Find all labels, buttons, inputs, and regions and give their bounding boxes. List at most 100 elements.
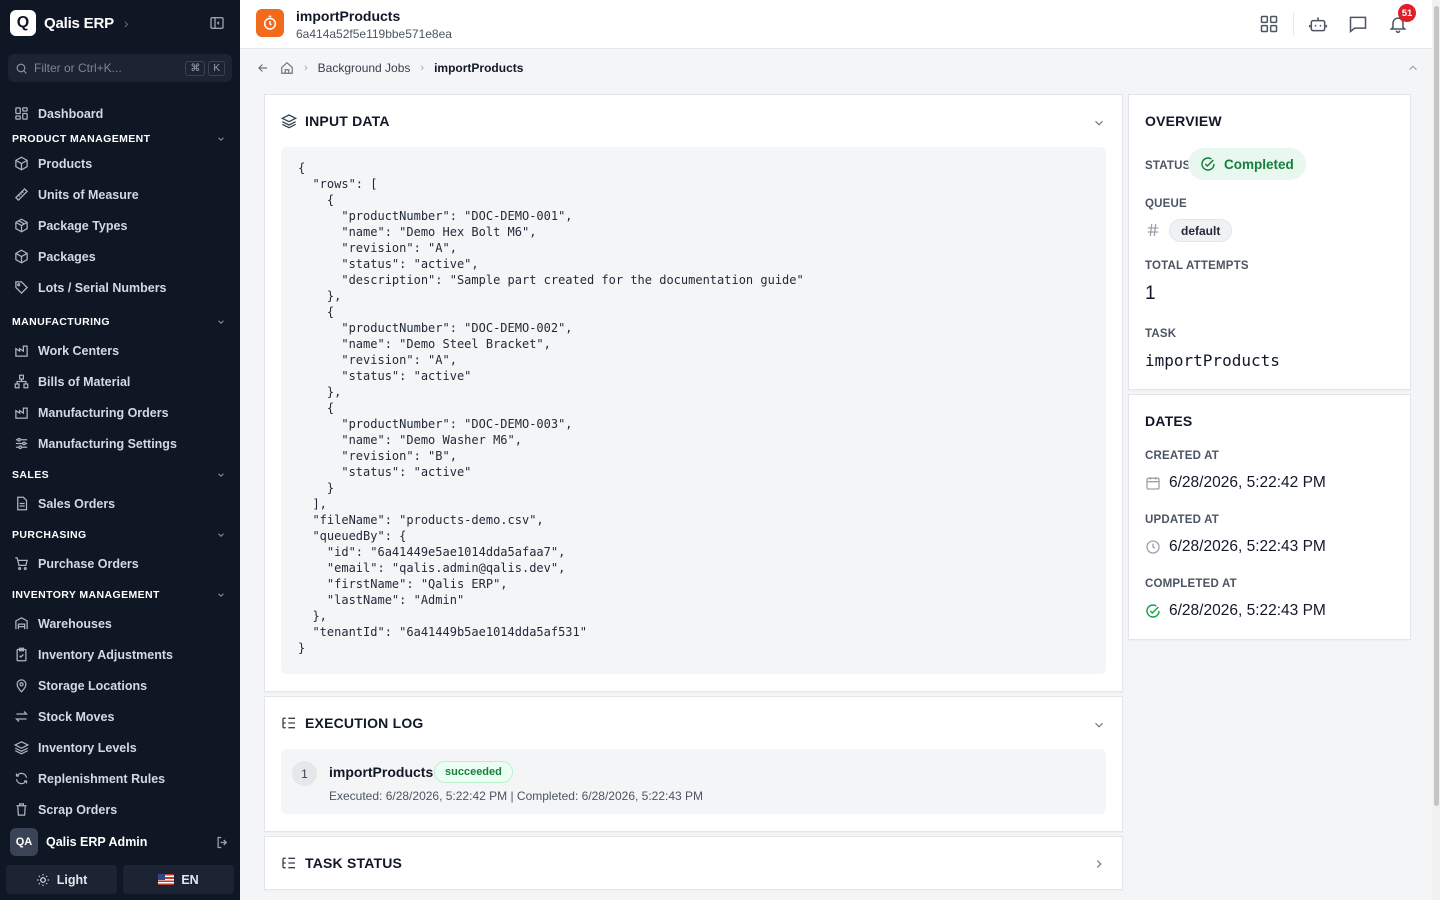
sidebar-item-label: Dashboard (38, 106, 104, 121)
language-button[interactable]: EN (123, 865, 234, 894)
tag-icon (15, 281, 29, 295)
chevron-right-icon: › (420, 62, 425, 74)
page-title: importProducts (296, 8, 401, 24)
sidebar-item-scrap-orders[interactable]: Scrap Orders (0, 794, 240, 825)
check-circle-icon (1146, 604, 1160, 618)
card-title: TASK STATUS (305, 855, 403, 871)
app-switcher[interactable]: Q Qalis ERP › (10, 10, 129, 36)
task-status-card[interactable]: TASK STATUS (264, 836, 1123, 890)
theme-toggle-button[interactable]: Light (6, 865, 117, 894)
avatar: QA (10, 828, 38, 856)
chevron-down-icon[interactable] (1092, 116, 1106, 130)
status-badge: Completed (1188, 148, 1306, 180)
sidebar-item-products[interactable]: Products (0, 148, 240, 179)
scrollbar-thumb[interactable] (1434, 6, 1439, 806)
sidebar-collapse-icon[interactable] (209, 15, 225, 31)
package-icon (15, 249, 28, 264)
sidebar-item-label: Manufacturing Settings (38, 436, 177, 451)
dates-card: DATES CREATED AT 6/28/2026, 5:22:42 PM U… (1128, 394, 1411, 640)
completed-label: COMPLETED AT (1145, 578, 1237, 590)
section-manufacturing[interactable]: MANUFACTURING (0, 308, 240, 335)
chevron-right-icon[interactable] (1092, 857, 1106, 871)
logout-icon[interactable] (215, 835, 230, 850)
sidebar-item-purchase-orders[interactable]: Purchase Orders (0, 548, 240, 579)
json-code-block: { "rows": [ { "productNumber": "DOC-DEMO… (281, 147, 1106, 674)
sidebar-item-label: Sales Orders (38, 496, 116, 511)
sidebar-item-stock-moves[interactable]: Stock Moves (0, 701, 240, 732)
messages-button[interactable] (1338, 12, 1378, 36)
sidebar-item-label: Manufacturing Orders (38, 405, 169, 420)
section-inventory-management[interactable]: INVENTORY MANAGEMENT (0, 581, 240, 608)
sidebar-item-label: Storage Locations (38, 678, 148, 693)
message-icon (1349, 16, 1367, 34)
us-flag-icon (158, 874, 175, 885)
sidebar-item-warehouses[interactable]: Warehouses (0, 608, 240, 639)
map-pin-icon (16, 679, 27, 693)
sun-icon (36, 873, 49, 886)
kbd-cmd: ⌘ (185, 60, 206, 76)
sidebar-item-label: Units of Measure (38, 187, 139, 202)
sidebar-item-units-of-measure[interactable]: Units of Measure (0, 179, 240, 210)
section-product-management[interactable]: PRODUCT MANAGEMENT (0, 129, 240, 148)
updated-value: 6/28/2026, 5:22:43 PM (1169, 538, 1326, 555)
chevron-up-icon[interactable] (1406, 61, 1420, 75)
clipboard-check-icon (16, 647, 27, 662)
chevron-down-icon (218, 319, 224, 324)
sidebar-item-inventory-levels[interactable]: Inventory Levels (0, 732, 240, 763)
attempts-label: TOTAL ATTEMPTS (1145, 260, 1249, 272)
clock-icon (1146, 540, 1160, 554)
breadcrumb: › Background Jobs › importProducts (256, 58, 523, 78)
chevron-right-icon: › (304, 62, 308, 74)
log-index: 1 (292, 761, 317, 786)
sidebar-item-manufacturing-settings[interactable]: Manufacturing Settings (0, 428, 240, 459)
layers-icon (281, 114, 297, 129)
filter-input[interactable] (34, 61, 180, 75)
section-title: MANUFACTURING (12, 315, 110, 328)
log-timestamps: Executed: 6/28/2026, 5:22:42 PM | Comple… (329, 789, 704, 803)
breadcrumb-parent[interactable]: Background Jobs (318, 61, 411, 75)
status-badge: succeeded (434, 761, 513, 783)
section-title: PURCHASING (12, 528, 87, 541)
sidebar: Q Qalis ERP › ⌘K Dashboard PRODUCT MANAG… (0, 0, 240, 900)
created-value: 6/28/2026, 5:22:42 PM (1169, 474, 1326, 491)
sidebar-item-label: Stock Moves (38, 709, 115, 724)
attempts-value: 1 (1145, 283, 1156, 304)
card-title: OVERVIEW (1145, 113, 1222, 129)
sidebar-nav: Dashboard PRODUCT MANAGEMENT Products Un… (0, 98, 240, 825)
assistant-button[interactable] (1298, 12, 1338, 36)
sidebar-item-label: Packages (38, 249, 96, 264)
app-logo: Q (10, 10, 36, 36)
sidebar-item-storage-locations[interactable]: Storage Locations (0, 670, 240, 701)
sidebar-item-dashboard[interactable]: Dashboard (0, 98, 240, 129)
sidebar-item-label: Purchase Orders (38, 556, 139, 571)
sidebar-item-replenishment-rules[interactable]: Replenishment Rules (0, 763, 240, 794)
chevron-down-icon (218, 136, 224, 141)
package-icon (15, 218, 28, 233)
divider (1293, 13, 1294, 35)
back-arrow-icon[interactable] (256, 61, 270, 75)
apps-button[interactable] (1249, 12, 1289, 36)
sidebar-item-bills-of-material[interactable]: Bills of Material (0, 366, 240, 397)
sidebar-item-label: Lots / Serial Numbers (38, 280, 167, 295)
sidebar-item-lots-serial[interactable]: Lots / Serial Numbers (0, 272, 240, 303)
user-menu[interactable]: QA Qalis ERP Admin (0, 826, 240, 858)
home-icon[interactable] (280, 61, 294, 75)
card-title: DATES (1145, 413, 1193, 429)
ruler-icon (14, 187, 29, 202)
notifications-button[interactable]: 51 (1378, 4, 1418, 36)
created-label: CREATED AT (1145, 450, 1219, 462)
sidebar-item-inventory-adjustments[interactable]: Inventory Adjustments (0, 639, 240, 670)
layers-icon (14, 741, 29, 755)
section-sales[interactable]: SALES (0, 461, 240, 488)
app-name: Qalis ERP (44, 14, 114, 32)
chevron-down-icon[interactable] (1092, 718, 1106, 732)
arrows-left-right-icon (14, 711, 29, 722)
sidebar-item-package-types[interactable]: Package Types (0, 210, 240, 241)
sidebar-item-sales-orders[interactable]: Sales Orders (0, 488, 240, 519)
sidebar-item-manufacturing-orders[interactable]: Manufacturing Orders (0, 397, 240, 428)
sidebar-item-packages[interactable]: Packages (0, 241, 240, 272)
sidebar-item-label: Replenishment Rules (38, 771, 166, 786)
created-row: 6/28/2026, 5:22:42 PM (1145, 474, 1326, 492)
sidebar-item-work-centers[interactable]: Work Centers (0, 335, 240, 366)
section-purchasing[interactable]: PURCHASING (0, 521, 240, 548)
